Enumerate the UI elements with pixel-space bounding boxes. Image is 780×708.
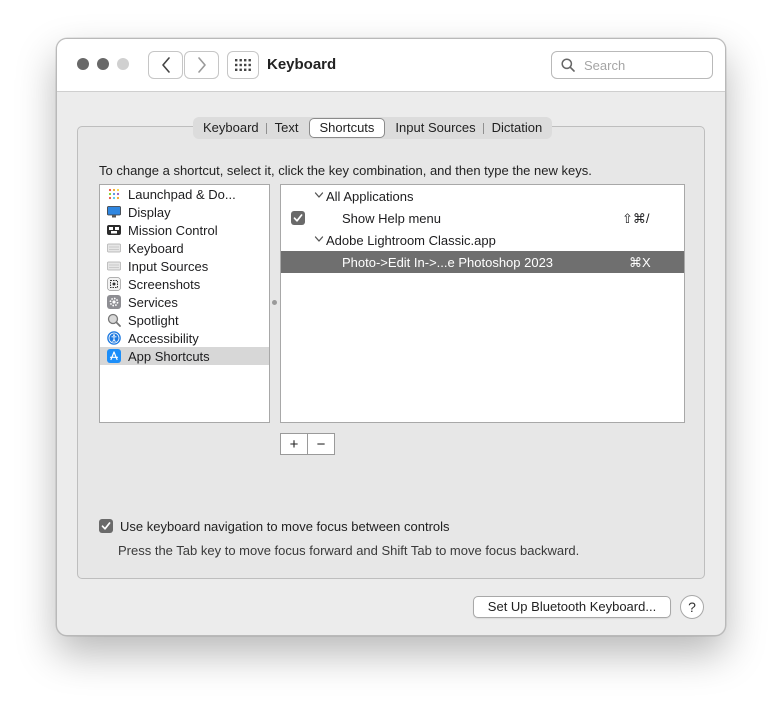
- preferences-window: Keyboard Keyboard Text Shortcuts Input S…: [56, 38, 726, 636]
- sidebar-item-spotlight[interactable]: Spotlight: [100, 311, 269, 329]
- sidebar-item-services[interactable]: Services: [100, 293, 269, 311]
- chevron-left-icon: [161, 57, 170, 73]
- setup-bluetooth-keyboard-button[interactable]: Set Up Bluetooth Keyboard...: [473, 596, 671, 618]
- spotlight-icon: [107, 313, 121, 327]
- sidebar-item-label: Launchpad & Do...: [128, 186, 236, 202]
- sidebar-item-label: Mission Control: [128, 222, 218, 238]
- sidebar-item-label: Accessibility: [128, 330, 199, 346]
- sidebar-item-label: Spotlight: [128, 312, 179, 328]
- group-label: Adobe Lightroom Classic.app: [326, 233, 496, 248]
- sidebar-item-label: Services: [128, 294, 178, 310]
- shortcut-enabled-checkbox[interactable]: [291, 211, 305, 225]
- shortcuts-table: All Applications Show Help menu ⇧⌘/ Adob…: [280, 184, 685, 423]
- search-icon: [561, 58, 575, 72]
- remove-shortcut-button[interactable]: −: [307, 433, 335, 455]
- shortcut-label: Photo->Edit In->...e Photoshop 2023: [342, 255, 554, 270]
- chevron-right-icon: [197, 57, 206, 73]
- sidebar-item-app-shortcuts[interactable]: App Shortcuts: [100, 347, 269, 365]
- group-row-all-applications[interactable]: All Applications: [281, 185, 684, 207]
- sidebar-item-mission-control[interactable]: Mission Control: [100, 221, 269, 239]
- sidebar-item-screenshots[interactable]: Screenshots: [100, 275, 269, 293]
- group-label: All Applications: [326, 189, 414, 204]
- sidebar-item-input-sources[interactable]: Input Sources: [100, 257, 269, 275]
- checkmark-icon: [293, 214, 303, 222]
- shortcut-category-list: Launchpad & Do... Display Mission Contro…: [99, 184, 270, 423]
- sidebar-item-launchpad[interactable]: Launchpad & Do...: [100, 185, 269, 203]
- forward-button[interactable]: [184, 51, 219, 79]
- help-button[interactable]: ?: [680, 595, 704, 619]
- display-icon: [107, 205, 121, 219]
- sidebar-item-display[interactable]: Display: [100, 203, 269, 221]
- instructions-text: To change a shortcut, select it, click t…: [99, 163, 592, 178]
- back-button[interactable]: [148, 51, 183, 79]
- sidebar-item-accessibility[interactable]: Accessibility: [100, 329, 269, 347]
- input-sources-icon: [107, 259, 121, 273]
- tab-text[interactable]: Text: [267, 118, 307, 138]
- keyboard-navigation-checkbox[interactable]: [99, 519, 113, 533]
- mission-control-icon: [107, 223, 121, 237]
- checkmark-icon: [101, 522, 111, 530]
- minimize-window-button[interactable]: [97, 58, 109, 70]
- sidebar-item-label: Display: [128, 204, 171, 220]
- tab-dictation[interactable]: Dictation: [484, 118, 551, 138]
- close-window-button[interactable]: [77, 58, 89, 70]
- sidebar-item-label: Input Sources: [128, 258, 209, 274]
- group-row-adobe-lightroom[interactable]: Adobe Lightroom Classic.app: [281, 229, 684, 251]
- keyboard-navigation-note: Press the Tab key to move focus forward …: [118, 543, 580, 558]
- shortcut-row-show-help-menu[interactable]: Show Help menu ⇧⌘/: [281, 207, 684, 229]
- sidebar-item-label: App Shortcuts: [128, 348, 210, 364]
- tab-bar: Keyboard Text Shortcuts Input Sources Di…: [193, 117, 553, 139]
- title-bar: Keyboard: [57, 39, 725, 92]
- keyboard-navigation-label[interactable]: Use keyboard navigation to move focus be…: [120, 519, 450, 534]
- search-field[interactable]: [551, 51, 713, 79]
- sidebar-item-label: Screenshots: [128, 276, 201, 292]
- sidebar-item-label: Keyboard: [128, 240, 184, 256]
- show-all-button[interactable]: [227, 51, 259, 79]
- tab-input-sources[interactable]: Input Sources: [387, 118, 484, 138]
- grid-icon: [235, 59, 251, 71]
- chevron-down-icon[interactable]: [314, 190, 324, 200]
- app-store-icon: [107, 349, 121, 363]
- services-gear-icon: [107, 295, 121, 309]
- zoom-window-button[interactable]: [117, 58, 129, 70]
- add-shortcut-button[interactable]: +: [280, 433, 308, 455]
- launchpad-icon: [107, 187, 121, 201]
- shortcut-label: Show Help menu: [342, 211, 441, 226]
- search-input[interactable]: [582, 55, 706, 75]
- shortcut-row-photoshop-edit[interactable]: Photo->Edit In->...e Photoshop 2023 ⌘X: [281, 251, 684, 273]
- tab-shortcuts[interactable]: Shortcuts: [308, 118, 386, 138]
- sidebar-item-keyboard[interactable]: Keyboard: [100, 239, 269, 257]
- keyboard-icon: [107, 241, 121, 255]
- window-title: Keyboard: [267, 56, 337, 73]
- tab-keyboard[interactable]: Keyboard: [195, 118, 267, 138]
- screenshots-icon: [107, 277, 121, 291]
- shortcut-key[interactable]: ⌘X: [629, 255, 651, 271]
- split-view-handle[interactable]: [272, 300, 277, 305]
- chevron-down-icon[interactable]: [314, 234, 324, 244]
- accessibility-icon: [107, 331, 121, 345]
- shortcut-key[interactable]: ⇧⌘/: [622, 211, 650, 227]
